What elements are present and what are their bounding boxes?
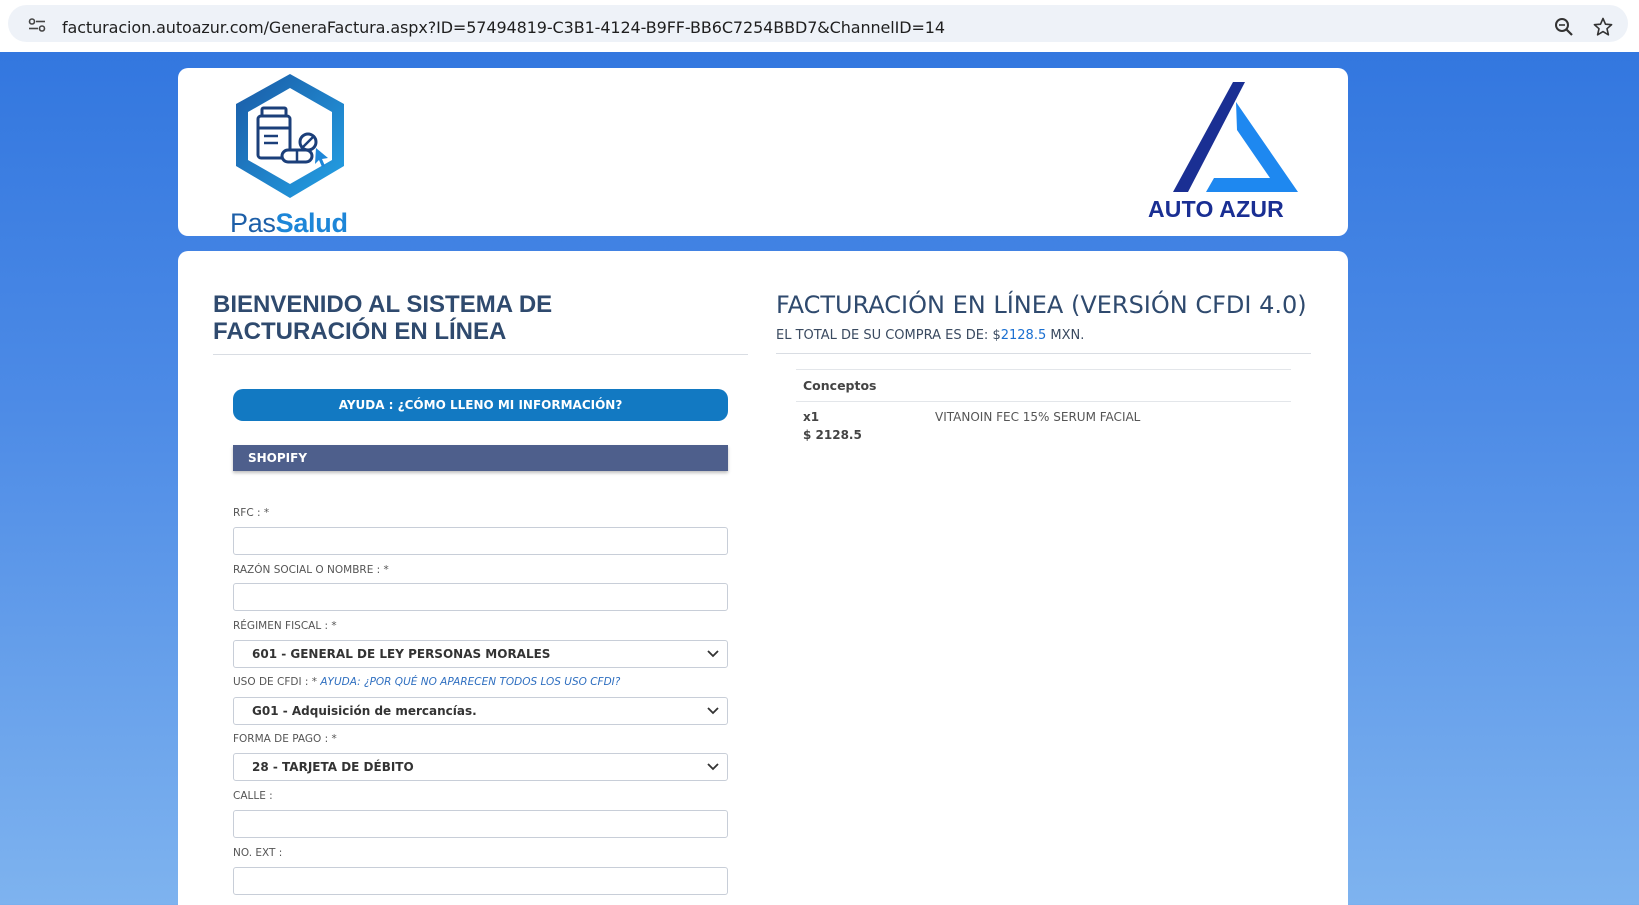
autoazur-wordmark: AUTO AZUR: [1148, 196, 1284, 222]
uso-cfdi-select[interactable]: G01 - Adquisición de mercancías.: [233, 697, 728, 725]
header-card: PasSalud AUTO AZUR: [178, 68, 1348, 238]
concepts-header: Conceptos: [803, 378, 877, 393]
chevron-down-icon: [707, 707, 719, 715]
chevron-down-icon: [707, 650, 719, 658]
total-prefix: EL TOTAL DE SU COMPRA ES DE: $: [776, 328, 1001, 343]
passalud-wordmark: PasSalud: [230, 208, 348, 238]
uso-cfdi-help-link[interactable]: AYUDA: ¿POR QUÉ NO APARECEN TODOS LOS US…: [320, 676, 620, 688]
divider: [776, 353, 1311, 354]
concept-quantity: x1: [803, 410, 820, 424]
autoazur-logo-icon: [1173, 82, 1298, 192]
table-border: [796, 401, 1291, 402]
razon-social-input[interactable]: [233, 583, 728, 611]
rfc-label: RFC : *: [233, 507, 270, 519]
welcome-title: BIENVENIDO AL SISTEMA DE FACTURACIÓN EN …: [213, 291, 553, 345]
invoice-title: FACTURACIÓN EN LÍNEA (VERSIÓN CFDI 4.0): [776, 291, 1307, 319]
uso-cfdi-label: USO DE CFDI : * AYUDA: ¿POR QUÉ NO APARE…: [233, 676, 620, 688]
rfc-input[interactable]: [233, 527, 728, 555]
section-header: SHOPIFY: [233, 445, 728, 471]
razon-social-label: RAZÓN SOCIAL O NOMBRE : *: [233, 564, 389, 576]
site-info-icon[interactable]: [28, 18, 46, 32]
total-line: EL TOTAL DE SU COMPRA ES DE: $2128.5 MXN…: [776, 328, 1084, 343]
uso-cfdi-value: G01 - Adquisición de mercancías.: [252, 704, 477, 718]
calle-label: CALLE :: [233, 790, 273, 802]
regimen-fiscal-value: 601 - GENERAL DE LEY PERSONAS MORALES: [252, 647, 551, 661]
forma-pago-label: FORMA DE PAGO : *: [233, 733, 337, 745]
address-bar[interactable]: facturacion.autoazur.com/GeneraFactura.a…: [8, 5, 1628, 42]
total-amount: 2128.5: [1000, 328, 1047, 343]
help-button[interactable]: AYUDA : ¿CÓMO LLENO MI INFORMACIÓN?: [233, 389, 728, 421]
regimen-fiscal-select[interactable]: 601 - GENERAL DE LEY PERSONAS MORALES: [233, 640, 728, 668]
forma-pago-select[interactable]: 28 - TARJETA DE DÉBITO: [233, 753, 728, 781]
concept-description: VITANOIN FEC 15% SERUM FACIAL: [935, 410, 1141, 424]
forma-pago-value: 28 - TARJETA DE DÉBITO: [252, 760, 414, 774]
browser-toolbar: facturacion.autoazur.com/GeneraFactura.a…: [0, 0, 1639, 52]
total-suffix: MXN.: [1046, 328, 1085, 343]
no-ext-label: NO. EXT :: [233, 847, 283, 859]
main-card: BIENVENIDO AL SISTEMA DE FACTURACIÓN EN …: [178, 251, 1348, 905]
no-ext-input[interactable]: [233, 867, 728, 895]
table-border: [796, 369, 1291, 370]
chevron-down-icon: [707, 763, 719, 771]
divider: [213, 354, 748, 355]
calle-input[interactable]: [233, 810, 728, 838]
concept-price: $ 2128.5: [803, 428, 862, 442]
url-text[interactable]: facturacion.autoazur.com/GeneraFactura.a…: [62, 18, 945, 37]
uso-cfdi-label-text: USO DE CFDI : *: [233, 676, 318, 688]
star-icon[interactable]: [1593, 17, 1613, 37]
regimen-fiscal-label: RÉGIMEN FISCAL : *: [233, 620, 337, 632]
zoom-icon[interactable]: [1554, 17, 1574, 37]
